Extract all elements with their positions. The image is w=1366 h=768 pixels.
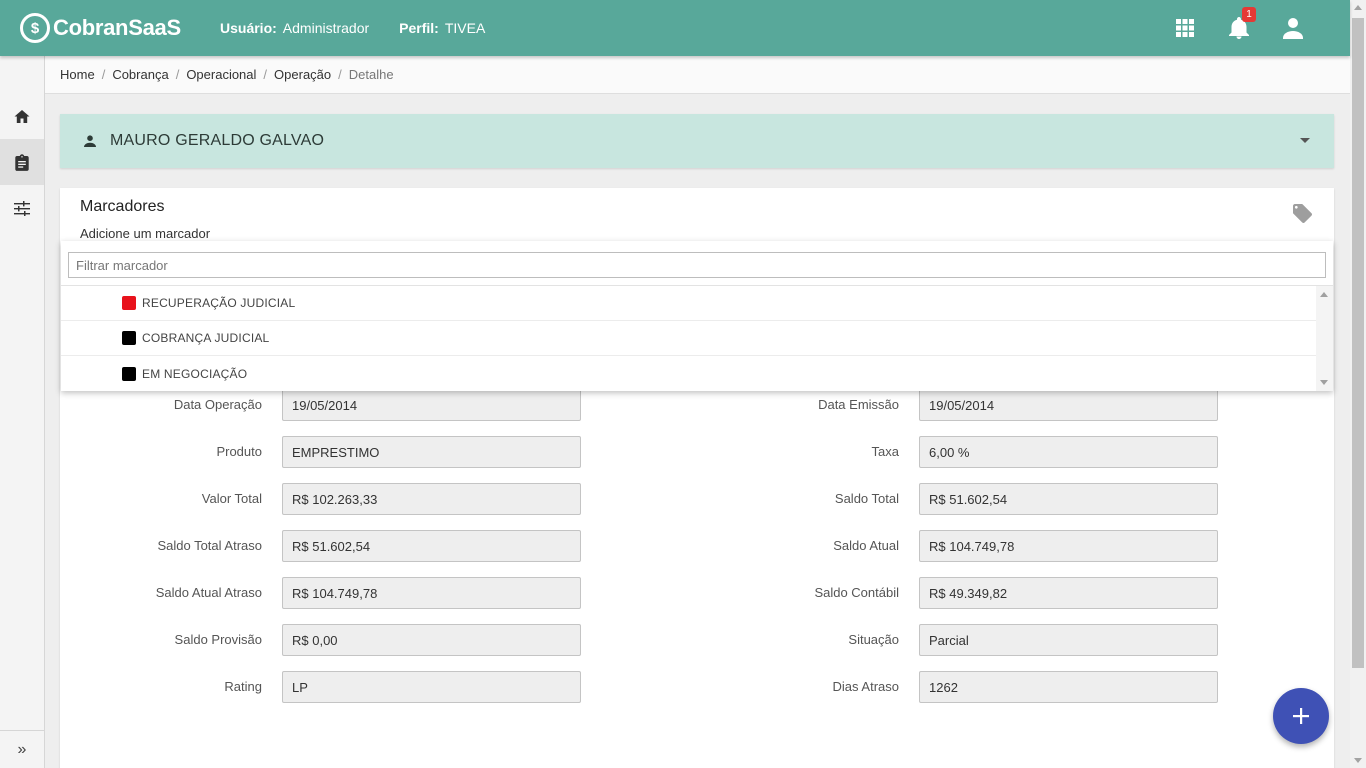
logo-mark-icon: $ [20,13,50,43]
breadcrumb-operacional[interactable]: Operacional [186,67,256,82]
marker-option-label: RECUPERAÇÃO JUDICIAL [142,296,296,310]
breadcrumb-cobranca[interactable]: Cobrança [112,67,168,82]
scroll-up-icon[interactable] [1320,292,1328,297]
home-icon [14,109,30,123]
marker-option-label: COBRANÇA JUDICIAL [142,331,270,345]
field-label: Saldo Atual [833,538,899,553]
saldo-atual-atraso-field[interactable]: R$ 104.749,78 [282,577,581,609]
notification-badge: 1 [1242,7,1256,22]
user-info: Usuário: Administrador Perfil: TIVEA [220,20,515,36]
marker-option[interactable]: COBRANÇA JUDICIAL [61,321,1316,356]
breadcrumb-home[interactable]: Home [60,67,95,82]
page-scrollbar[interactable] [1350,0,1366,768]
dropdown-scrollbar[interactable] [1316,286,1333,391]
situacao-field[interactable]: Parcial [919,624,1218,656]
sidebar: » [0,56,45,768]
plus-icon [1293,708,1309,724]
add-fab-button[interactable] [1273,688,1329,744]
saldo-total-field[interactable]: R$ 51.602,54 [919,483,1218,515]
breadcrumb-separator: / [101,67,106,82]
breadcrumb: Home / Cobrança / Operacional / Operação… [45,56,1350,94]
dias-atraso-field[interactable]: 1262 [919,671,1218,703]
user-value: Administrador [282,20,370,36]
apps-grid-icon [1176,19,1194,37]
marker-option[interactable]: EM NEGOCIAÇÃO [61,356,1316,391]
breadcrumb-separator: / [175,67,180,82]
profile-label: Perfil: [399,20,439,36]
scroll-down-icon[interactable] [1354,758,1362,763]
apps-grid-button[interactable] [1158,0,1212,56]
saldo-atual-field[interactable]: R$ 104.749,78 [919,530,1218,562]
field-label: Saldo Atual Atraso [155,585,262,600]
scroll-thumb[interactable] [1352,18,1364,668]
person-icon [84,135,96,147]
marker-color-swatch [122,296,136,310]
breadcrumb-separator: / [338,67,342,82]
notifications-button[interactable]: 1 [1212,0,1266,56]
valor-total-field[interactable]: R$ 102.263,33 [282,483,581,515]
markers-subtitle[interactable]: Adicione um marcador [80,226,210,241]
client-name: MAURO GERALDO GALVAO [110,132,325,149]
account-icon [1283,18,1303,39]
profile-value: TIVEA [444,20,486,36]
sidebar-expand-button[interactable]: » [0,730,44,768]
app-logo[interactable]: $ CobranSaaS [20,13,220,43]
field-label: Produto [216,444,262,459]
field-label: Taxa [871,444,899,459]
field-label: Situação [848,632,899,647]
field-label: Dias Atraso [832,679,899,694]
sidebar-item-settings[interactable] [0,185,44,231]
field-label: Saldo Provisão [174,632,262,647]
scroll-down-icon[interactable] [1320,380,1328,385]
saldo-contabil-field[interactable]: R$ 49.349,82 [919,577,1218,609]
clipboard-icon [15,153,29,171]
field-label: Saldo Contábil [814,585,899,600]
marker-options-list: RECUPERAÇÃO JUDICIAL COBRANÇA JUDICIAL E… [61,286,1316,391]
marker-option[interactable]: RECUPERAÇÃO JUDICIAL [61,286,1316,321]
marker-dropdown: RECUPERAÇÃO JUDICIAL COBRANÇA JUDICIAL E… [61,241,1333,391]
marker-color-swatch [122,366,136,381]
account-button[interactable] [1266,0,1320,56]
saldo-total-atraso-field[interactable]: R$ 51.602,54 [282,530,581,562]
top-app-bar: $ CobranSaaS Usuário: Administrador Perf… [0,0,1350,56]
tune-icon [14,200,30,216]
taxa-field[interactable]: 6,00 % [919,436,1218,468]
client-panel-header[interactable]: MAURO GERALDO GALVAO [60,114,1334,168]
marker-color-swatch [122,331,136,345]
breadcrumb-separator: / [263,67,268,82]
field-label: Valor Total [201,491,262,506]
saldo-provisao-field[interactable]: R$ 0,00 [282,624,581,656]
expand-caret-icon[interactable] [1300,138,1310,143]
logo-text: CobranSaaS [53,15,181,40]
field-label: Saldo Total [834,491,899,506]
scroll-up-icon[interactable] [1354,5,1362,10]
marker-filter-input[interactable] [68,252,1326,278]
marker-option-label: EM NEGOCIAÇÃO [142,366,248,381]
breadcrumb-detalhe: Detalhe [348,67,394,82]
sidebar-item-home[interactable] [0,93,44,139]
field-label: Data Operação [173,397,262,412]
field-label: Rating [224,679,262,694]
field-label: Data Emissão [818,397,899,412]
data-operacao-field[interactable]: 19/05/2014 [282,389,581,421]
rating-field[interactable]: LP [282,671,581,703]
tag-icon[interactable] [1293,204,1312,223]
sidebar-item-operations[interactable] [0,139,44,185]
field-label: Saldo Total Atraso [157,538,262,553]
produto-field[interactable]: EMPRESTIMO [282,436,581,468]
user-label: Usuário: [220,20,277,36]
data-emissao-field[interactable]: 19/05/2014 [919,389,1218,421]
markers-title: Marcadores [80,198,165,215]
breadcrumb-operacao[interactable]: Operação [274,67,331,82]
